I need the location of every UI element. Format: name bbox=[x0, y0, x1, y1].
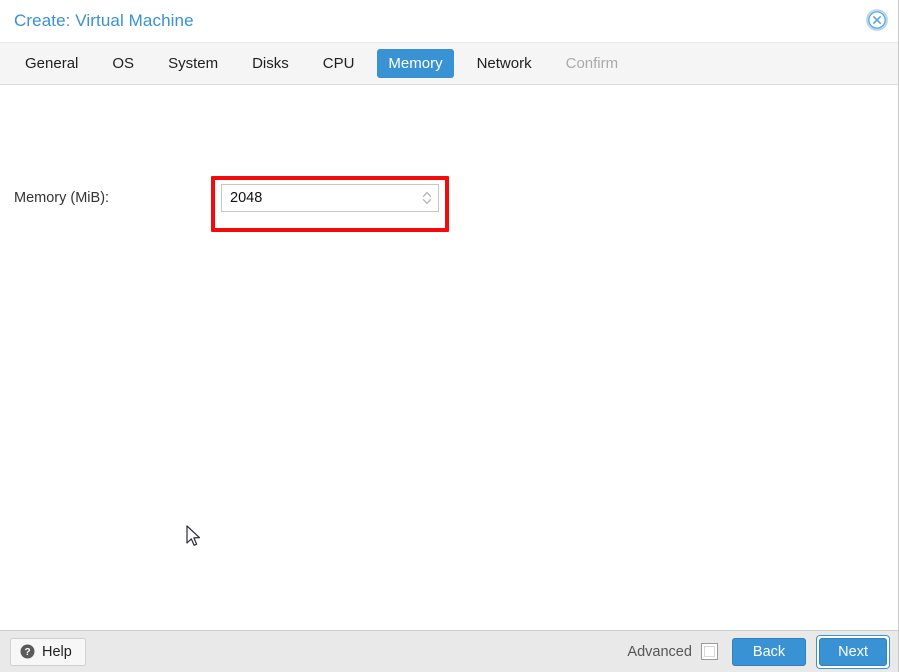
dialog-toolbar: ? Help Advanced Back Next bbox=[0, 630, 898, 672]
memory-field-group bbox=[0, 170, 898, 240]
tab-system[interactable]: System bbox=[157, 49, 229, 78]
memory-input[interactable] bbox=[222, 185, 416, 211]
help-button-label: Help bbox=[42, 643, 72, 660]
advanced-checkbox[interactable] bbox=[700, 643, 718, 660]
tab-network[interactable]: Network bbox=[466, 49, 543, 78]
tab-general[interactable]: General bbox=[14, 49, 89, 78]
svg-text:?: ? bbox=[24, 647, 30, 658]
arrow-cursor bbox=[186, 525, 202, 549]
create-vm-dialog: Create: Virtual Machine General OS Syste… bbox=[0, 0, 899, 672]
tab-os[interactable]: OS bbox=[101, 49, 145, 78]
question-circle-icon: ? bbox=[20, 644, 35, 659]
dialog-titlebar: Create: Virtual Machine bbox=[0, 0, 898, 42]
next-button[interactable]: Next bbox=[819, 637, 887, 666]
dialog-title: Create: Virtual Machine bbox=[14, 11, 194, 30]
tab-memory[interactable]: Memory bbox=[377, 49, 454, 78]
memory-input-wrapper[interactable] bbox=[221, 184, 439, 212]
close-icon[interactable] bbox=[864, 7, 890, 33]
advanced-label: Advanced bbox=[627, 643, 692, 660]
help-button[interactable]: ? Help bbox=[10, 637, 86, 666]
back-button[interactable]: Back bbox=[731, 637, 807, 666]
memory-spinner[interactable] bbox=[416, 185, 438, 211]
next-button-focus-ring: Next bbox=[816, 634, 890, 669]
tab-confirm: Confirm bbox=[565, 55, 619, 72]
wizard-tabbar: General OS System Disks CPU Memory Netwo… bbox=[0, 42, 898, 85]
tab-cpu[interactable]: CPU bbox=[312, 49, 366, 78]
tab-disks[interactable]: Disks bbox=[241, 49, 300, 78]
dialog-content: Memory (MiB): bbox=[0, 85, 898, 630]
